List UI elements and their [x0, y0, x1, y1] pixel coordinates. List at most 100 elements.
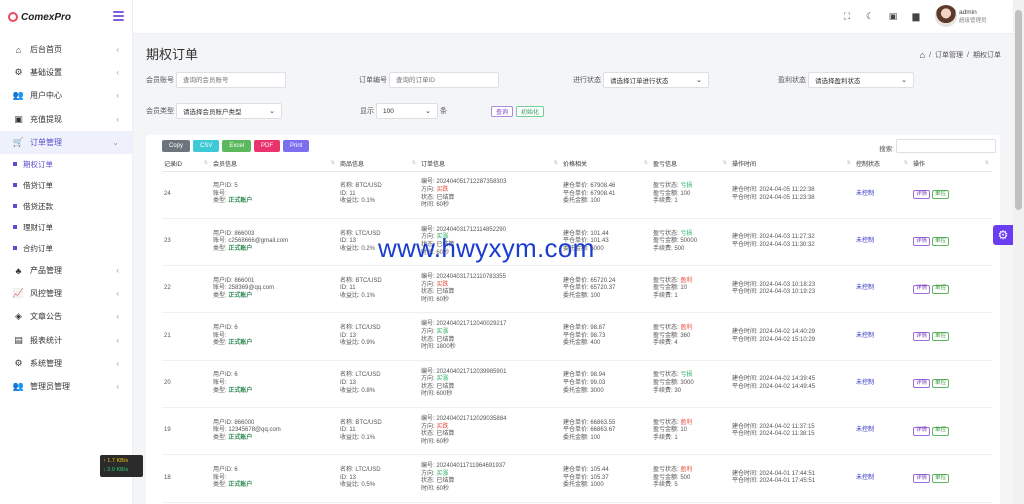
- field-value: 105.44: [590, 467, 609, 474]
- reset-button[interactable]: 初始化: [516, 105, 545, 117]
- sidebar-item[interactable]: 📈 风控管理 ‹: [0, 282, 132, 305]
- field-label: 用户ID:: [213, 467, 233, 474]
- table-cell: 建仓时间: 2024-04-01 17:44:51 平仓时间: 2024-04-0…: [730, 454, 854, 503]
- export-csv-button[interactable]: CSV: [193, 140, 220, 152]
- sidebar-subitem[interactable]: 借贷还款: [0, 196, 132, 217]
- cell-line: 手续费: 1: [653, 293, 730, 301]
- member-account-input[interactable]: [176, 72, 286, 88]
- gear-icon[interactable]: ⚙: [993, 225, 1013, 245]
- breadcrumb-item[interactable]: 订单管理: [935, 50, 963, 60]
- table-cell: 用户ID: 5 账号: 类型: 正式账户: [211, 171, 338, 219]
- sidebar-subitem[interactable]: 理财订单: [0, 217, 132, 238]
- field-value: 4: [674, 340, 678, 347]
- export-pdf-button[interactable]: PDF: [254, 140, 281, 152]
- order-no-input[interactable]: [389, 72, 499, 88]
- scrollbar-thumb[interactable]: [1015, 10, 1022, 210]
- detail-button[interactable]: 详情: [913, 332, 931, 342]
- field-value: 买跌: [436, 187, 449, 194]
- field-value: 亏损: [680, 372, 693, 379]
- field-label: 编号:: [421, 274, 435, 281]
- column-header[interactable]: 价格相关 ⇅: [561, 157, 651, 172]
- cell-line: 建仓时间: 2024-04-03 11:27:32: [732, 234, 854, 242]
- column-header[interactable]: 会员信息 ⇅: [211, 157, 338, 172]
- column-header[interactable]: 记录ID ⇅: [162, 157, 211, 172]
- screen-icon[interactable]: ▣: [888, 11, 898, 21]
- page-scrollbar[interactable]: [1013, 0, 1024, 504]
- export-excel-button[interactable]: Excel: [222, 140, 252, 152]
- field-label: 时间:: [421, 391, 435, 398]
- menu-toggle-icon[interactable]: [113, 11, 124, 21]
- export-print-button[interactable]: Print: [283, 140, 310, 152]
- moon-icon[interactable]: ☾: [865, 11, 875, 21]
- sort-icon[interactable]: ⇅: [554, 160, 558, 166]
- avatar[interactable]: [935, 5, 957, 27]
- order-status-select[interactable]: 请选择订单进行状态 ⌄: [603, 72, 709, 88]
- detail-button[interactable]: 详情: [913, 473, 931, 483]
- control-button[interactable]: 单控: [932, 379, 950, 389]
- message-icon[interactable]: ▆: [911, 11, 921, 21]
- sidebar-item[interactable]: ⌂ 后台首页 ‹: [0, 38, 132, 61]
- control-button[interactable]: 单控: [932, 473, 950, 483]
- profit-status-select[interactable]: 请选择盈利状态 ⌄: [808, 72, 914, 88]
- field-label: 状态:: [421, 431, 435, 438]
- detail-button[interactable]: 详情: [913, 426, 931, 436]
- sidebar-subitem[interactable]: 期权订单: [0, 154, 132, 175]
- detail-button[interactable]: 详情: [913, 190, 931, 200]
- column-header[interactable]: 订单信息 ⇅: [419, 157, 561, 172]
- field-value: 202404031712110783355: [436, 274, 506, 281]
- control-button[interactable]: 单控: [932, 190, 950, 200]
- column-header[interactable]: 操作 ⇅: [911, 157, 992, 172]
- sidebar-item[interactable]: ♣ 产品管理 ‹: [0, 259, 132, 282]
- detail-button[interactable]: 详情: [913, 379, 931, 389]
- export-copy-button[interactable]: Copy: [162, 140, 191, 152]
- detail-button[interactable]: 详情: [913, 284, 931, 294]
- column-header[interactable]: 控制状态 ⇅: [854, 157, 911, 172]
- sidebar-item[interactable]: 👥 用户中心 ‹: [0, 84, 132, 107]
- control-button[interactable]: 单控: [932, 332, 950, 342]
- control-button[interactable]: 单控: [932, 284, 950, 294]
- sidebar-item[interactable]: ⚙ 系统管理 ‹: [0, 352, 132, 375]
- field-label: 编号:: [421, 368, 435, 375]
- sidebar-item[interactable]: ▣ 充值提现 ‹: [0, 108, 132, 131]
- table-row: 22 用户ID: 866001 账号: 258369@qq.com 类型: 正式账户名…: [162, 265, 992, 314]
- field-label: 建仓时间:: [732, 376, 758, 383]
- sort-icon[interactable]: ⇅: [904, 160, 908, 166]
- detail-button[interactable]: 详情: [913, 237, 931, 247]
- sort-icon[interactable]: ⇅: [847, 160, 851, 166]
- control-button[interactable]: 单控: [932, 426, 950, 436]
- sidebar-item[interactable]: 🛒 订单管理 ⌄: [0, 130, 132, 154]
- column-header[interactable]: 盈亏信息 ⇅: [651, 157, 730, 172]
- control-button[interactable]: 单控: [932, 237, 950, 247]
- field-label: 时间:: [421, 438, 435, 445]
- sort-icon[interactable]: ⇅: [723, 160, 727, 166]
- sidebar-item[interactable]: ◈ 文章公告 ‹: [0, 305, 132, 328]
- sidebar-item[interactable]: ⚙ 基础设置 ‹: [0, 61, 132, 84]
- sidebar-item[interactable]: 👥 管理员管理 ‹: [0, 375, 132, 398]
- field-value: 500: [680, 474, 691, 481]
- column-header[interactable]: 操作时间 ⇅: [730, 157, 854, 172]
- sidebar-item[interactable]: ▤ 报表统计 ‹: [0, 329, 132, 352]
- cell-line: 时间: 600秒: [421, 391, 561, 399]
- sidebar-subitem[interactable]: 借贷订单: [0, 175, 132, 196]
- sort-icon[interactable]: ⇅: [412, 160, 416, 166]
- search-input[interactable]: [896, 139, 996, 153]
- query-button[interactable]: 查询: [491, 105, 514, 117]
- field-label: 类型:: [213, 293, 227, 300]
- sort-icon[interactable]: ⇅: [331, 160, 335, 166]
- fullscreen-icon[interactable]: ⛶: [842, 11, 852, 21]
- field-value: 0.5%: [361, 482, 376, 489]
- page-size-select[interactable]: 100 ⌄: [376, 103, 438, 119]
- record-id: 18: [164, 474, 171, 481]
- sort-icon[interactable]: ⇅: [644, 160, 648, 166]
- table-cell: 用户ID: 866001 账号: 258369@qq.com 类型: 正式账户: [211, 265, 338, 314]
- column-header[interactable]: 商品信息 ⇅: [338, 157, 419, 172]
- product-icon: ♣: [15, 265, 22, 276]
- sidebar-subitem[interactable]: 合约订单: [0, 238, 132, 259]
- sort-icon[interactable]: ⇅: [204, 160, 208, 166]
- cell-line: 状态: 已结算: [421, 478, 561, 486]
- home-icon[interactable]: ⌂: [920, 50, 925, 60]
- member-type-select[interactable]: 请选择会员账户类型 ⌄: [176, 103, 282, 119]
- user-info[interactable]: admin 超级管理员: [959, 8, 1001, 26]
- sort-icon[interactable]: ⇅: [985, 160, 989, 166]
- table-row: 24 用户ID: 5 账号: 类型: 正式账户 名称: BTC/USD ID: 11 收益…: [162, 171, 992, 219]
